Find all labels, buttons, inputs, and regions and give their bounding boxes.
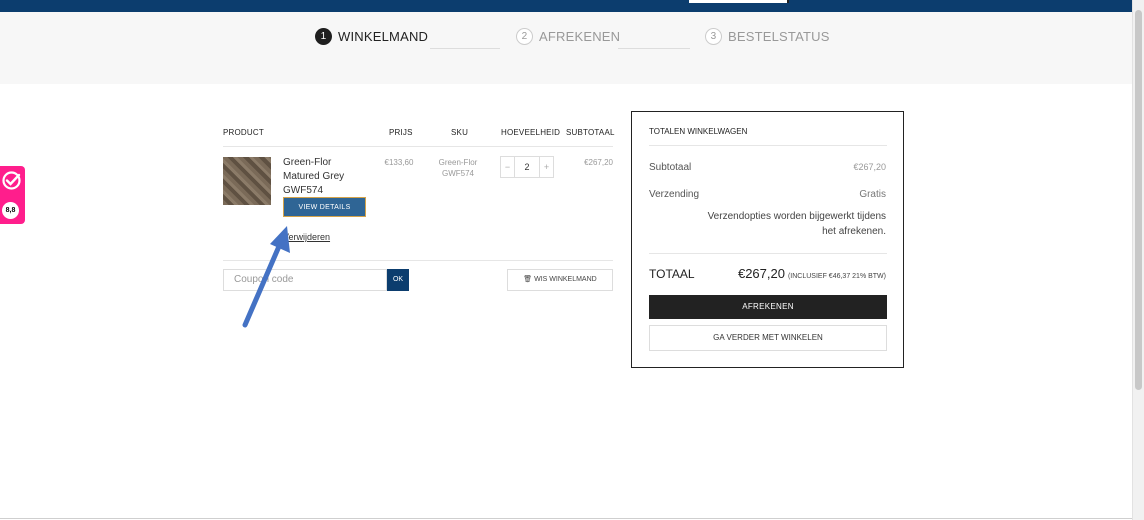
review-check-icon	[2, 171, 21, 190]
total-label: TOTAAL	[649, 267, 695, 281]
cart-totals: TOTALEN WINKELWAGEN Subtotaal €267,20 Ve…	[631, 111, 904, 368]
step-number: 2	[516, 28, 533, 45]
step-label: WINKELMAND	[338, 29, 429, 44]
step-checkout[interactable]: 2 AFREKENEN	[516, 28, 620, 45]
view-details-button[interactable]: VIEW DETAILS	[283, 197, 366, 217]
header-quantity: HOEVEELHEID	[501, 128, 561, 137]
checkout-steps	[0, 12, 1132, 84]
vertical-scrollbar[interactable]	[1132, 0, 1144, 520]
review-badge[interactable]: 8,8	[0, 166, 25, 224]
header-product: PRODUCT	[223, 128, 264, 137]
quantity-increase-button[interactable]: +	[540, 157, 553, 177]
step-label: BESTELSTATUS	[728, 29, 830, 44]
shipping-value: Gratis	[859, 189, 886, 200]
header-subtotal: SUBTOTAAL	[566, 128, 615, 137]
step-number: 1	[315, 28, 332, 45]
page-divider	[0, 518, 1132, 519]
product-subtotal: €267,20	[584, 158, 613, 167]
apply-coupon-button[interactable]: OK	[387, 269, 409, 291]
checkout-button[interactable]: AFREKENEN	[649, 295, 887, 319]
totals-divider	[649, 145, 887, 146]
step-divider	[618, 48, 690, 49]
product-price: €133,60	[384, 158, 414, 167]
header-search-field[interactable]	[689, 0, 789, 3]
product-sku: Green-Flor GWF574	[438, 158, 478, 178]
shipping-label: Verzending	[649, 189, 700, 200]
subtotal-label: Subtotaal	[649, 162, 692, 173]
total-tax-note: (INCLUSIEF €46,37 21% BTW)	[787, 273, 886, 280]
quantity-value[interactable]: 2	[514, 157, 540, 177]
totals-title: TOTALEN WINKELWAGEN	[649, 127, 748, 136]
total-value: €267,20	[737, 266, 785, 281]
continue-shopping-button[interactable]: GA VERDER MET WINKELEN	[649, 325, 887, 351]
step-divider	[430, 48, 500, 49]
header-sku: SKU	[451, 128, 469, 137]
header-divider	[223, 146, 613, 147]
clear-cart-button[interactable]: 🗑 WIS WINKELMAND	[507, 269, 613, 291]
product-name[interactable]: Green-Flor Matured Grey GWF574	[283, 156, 363, 198]
quantity-stepper[interactable]: − 2 +	[500, 156, 554, 178]
subtotal-value: €267,20	[853, 162, 886, 172]
scrollbar-thumb[interactable]	[1135, 10, 1142, 390]
step-order-status[interactable]: 3 BESTELSTATUS	[705, 28, 830, 45]
step-label: AFREKENEN	[539, 29, 621, 44]
shipping-note: Verzendopties worden bijgewerkt tijdens …	[707, 211, 886, 237]
annotation-arrow-icon	[242, 226, 290, 328]
top-header-bar	[0, 0, 1144, 12]
review-score: 8,8	[2, 202, 19, 219]
step-number: 3	[705, 28, 722, 45]
quantity-decrease-button[interactable]: −	[501, 157, 514, 177]
step-cart[interactable]: 1 WINKELMAND	[315, 28, 428, 45]
header-price: PRIJS	[389, 128, 413, 137]
total-amount: €267,20 (INCLUSIEF €46,37 21% BTW)	[738, 266, 886, 281]
totals-divider	[649, 253, 887, 254]
product-thumbnail[interactable]	[223, 157, 271, 205]
